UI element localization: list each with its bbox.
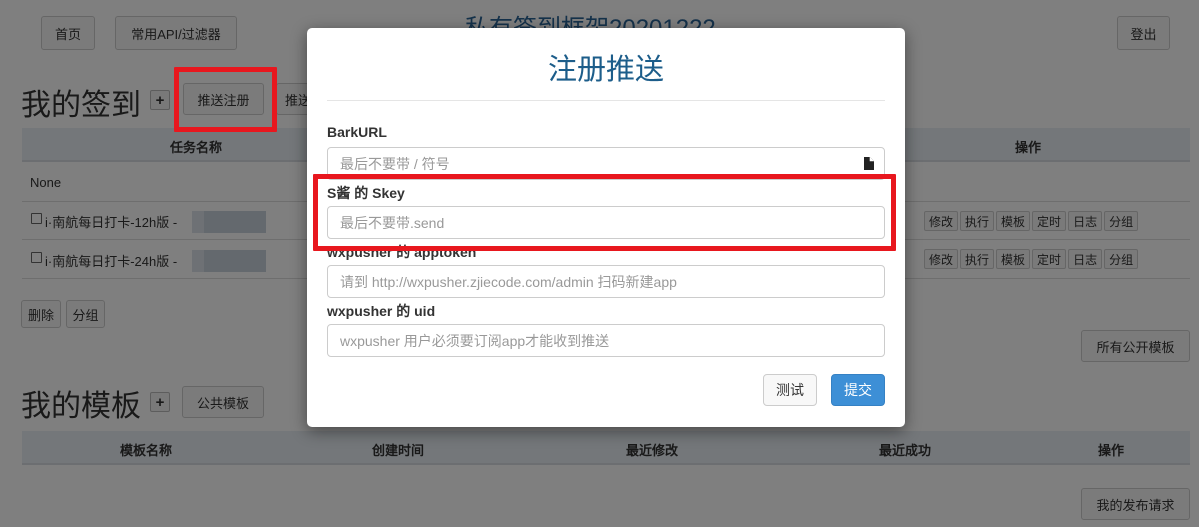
uid-placeholder: wxpusher 用户必须要订阅app才能收到推送 — [340, 332, 610, 349]
test-button[interactable]: 测试 — [763, 374, 817, 406]
apptoken-placeholder: 请到 http://wxpusher.zjiecode.com/admin 扫码… — [340, 273, 677, 290]
uid-input[interactable]: wxpusher 用户必须要订阅app才能收到推送 — [327, 324, 885, 357]
bark-url-placeholder: 最后不要带 / 符号 — [340, 155, 450, 172]
apptoken-input[interactable]: 请到 http://wxpusher.zjiecode.com/admin 扫码… — [327, 265, 885, 298]
page: 首页 常用API/过滤器 私有签到框架20201222 登出 我的签到 + 推送… — [0, 0, 1199, 527]
modal-title: 注册推送 — [547, 54, 664, 86]
file-icon — [864, 157, 874, 170]
uid-label: wxpusher 的 uid — [327, 303, 436, 319]
highlight-push-register — [174, 67, 277, 132]
highlight-skey-field — [313, 174, 896, 251]
bark-url-label: BarkURL — [327, 124, 387, 140]
modal-divider — [327, 100, 885, 101]
submit-button[interactable]: 提交 — [831, 374, 885, 406]
